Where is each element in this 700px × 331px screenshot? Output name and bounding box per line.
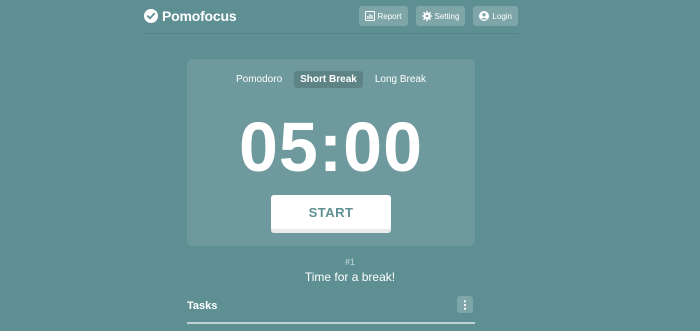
tab-short-break[interactable]: Short Break bbox=[294, 71, 363, 88]
check-circle-icon bbox=[144, 9, 158, 23]
tab-pomodoro[interactable]: Pomodoro bbox=[230, 71, 288, 88]
login-button[interactable]: Login bbox=[473, 6, 518, 26]
user-circle-icon bbox=[479, 11, 490, 21]
session-message: Time for a break! bbox=[304, 270, 396, 284]
mode-tabs: Pomodoro Short Break Long Break bbox=[187, 71, 475, 88]
tab-long-break[interactable]: Long Break bbox=[369, 71, 432, 88]
tasks-header: Tasks bbox=[187, 296, 475, 324]
report-label: Report bbox=[377, 11, 402, 21]
setting-label: Setting bbox=[434, 11, 460, 21]
setting-button[interactable]: Setting bbox=[415, 6, 466, 26]
header: Pomofocus Report Setting Login bbox=[144, 0, 518, 34]
login-label: Login bbox=[492, 11, 512, 21]
app-name: Pomofocus bbox=[162, 8, 237, 24]
kebab-menu-icon bbox=[463, 299, 467, 310]
tasks-title: Tasks bbox=[187, 300, 218, 312]
tasks-menu-button[interactable] bbox=[457, 296, 473, 313]
timer-display: 05:00 bbox=[238, 108, 424, 186]
session-count: #1 bbox=[344, 257, 355, 267]
pomofocus-page: Pomofocus Report Setting Login Pomodoro … bbox=[0, 0, 700, 331]
brand[interactable]: Pomofocus bbox=[144, 6, 237, 26]
timer-card: Pomodoro Short Break Long Break 05:00 ST… bbox=[187, 59, 475, 246]
start-button[interactable]: START bbox=[271, 195, 391, 229]
report-button[interactable]: Report bbox=[358, 6, 408, 26]
gear-icon bbox=[421, 11, 432, 21]
bar-chart-icon bbox=[364, 11, 375, 21]
top-nav: Report Setting Login bbox=[358, 6, 518, 26]
